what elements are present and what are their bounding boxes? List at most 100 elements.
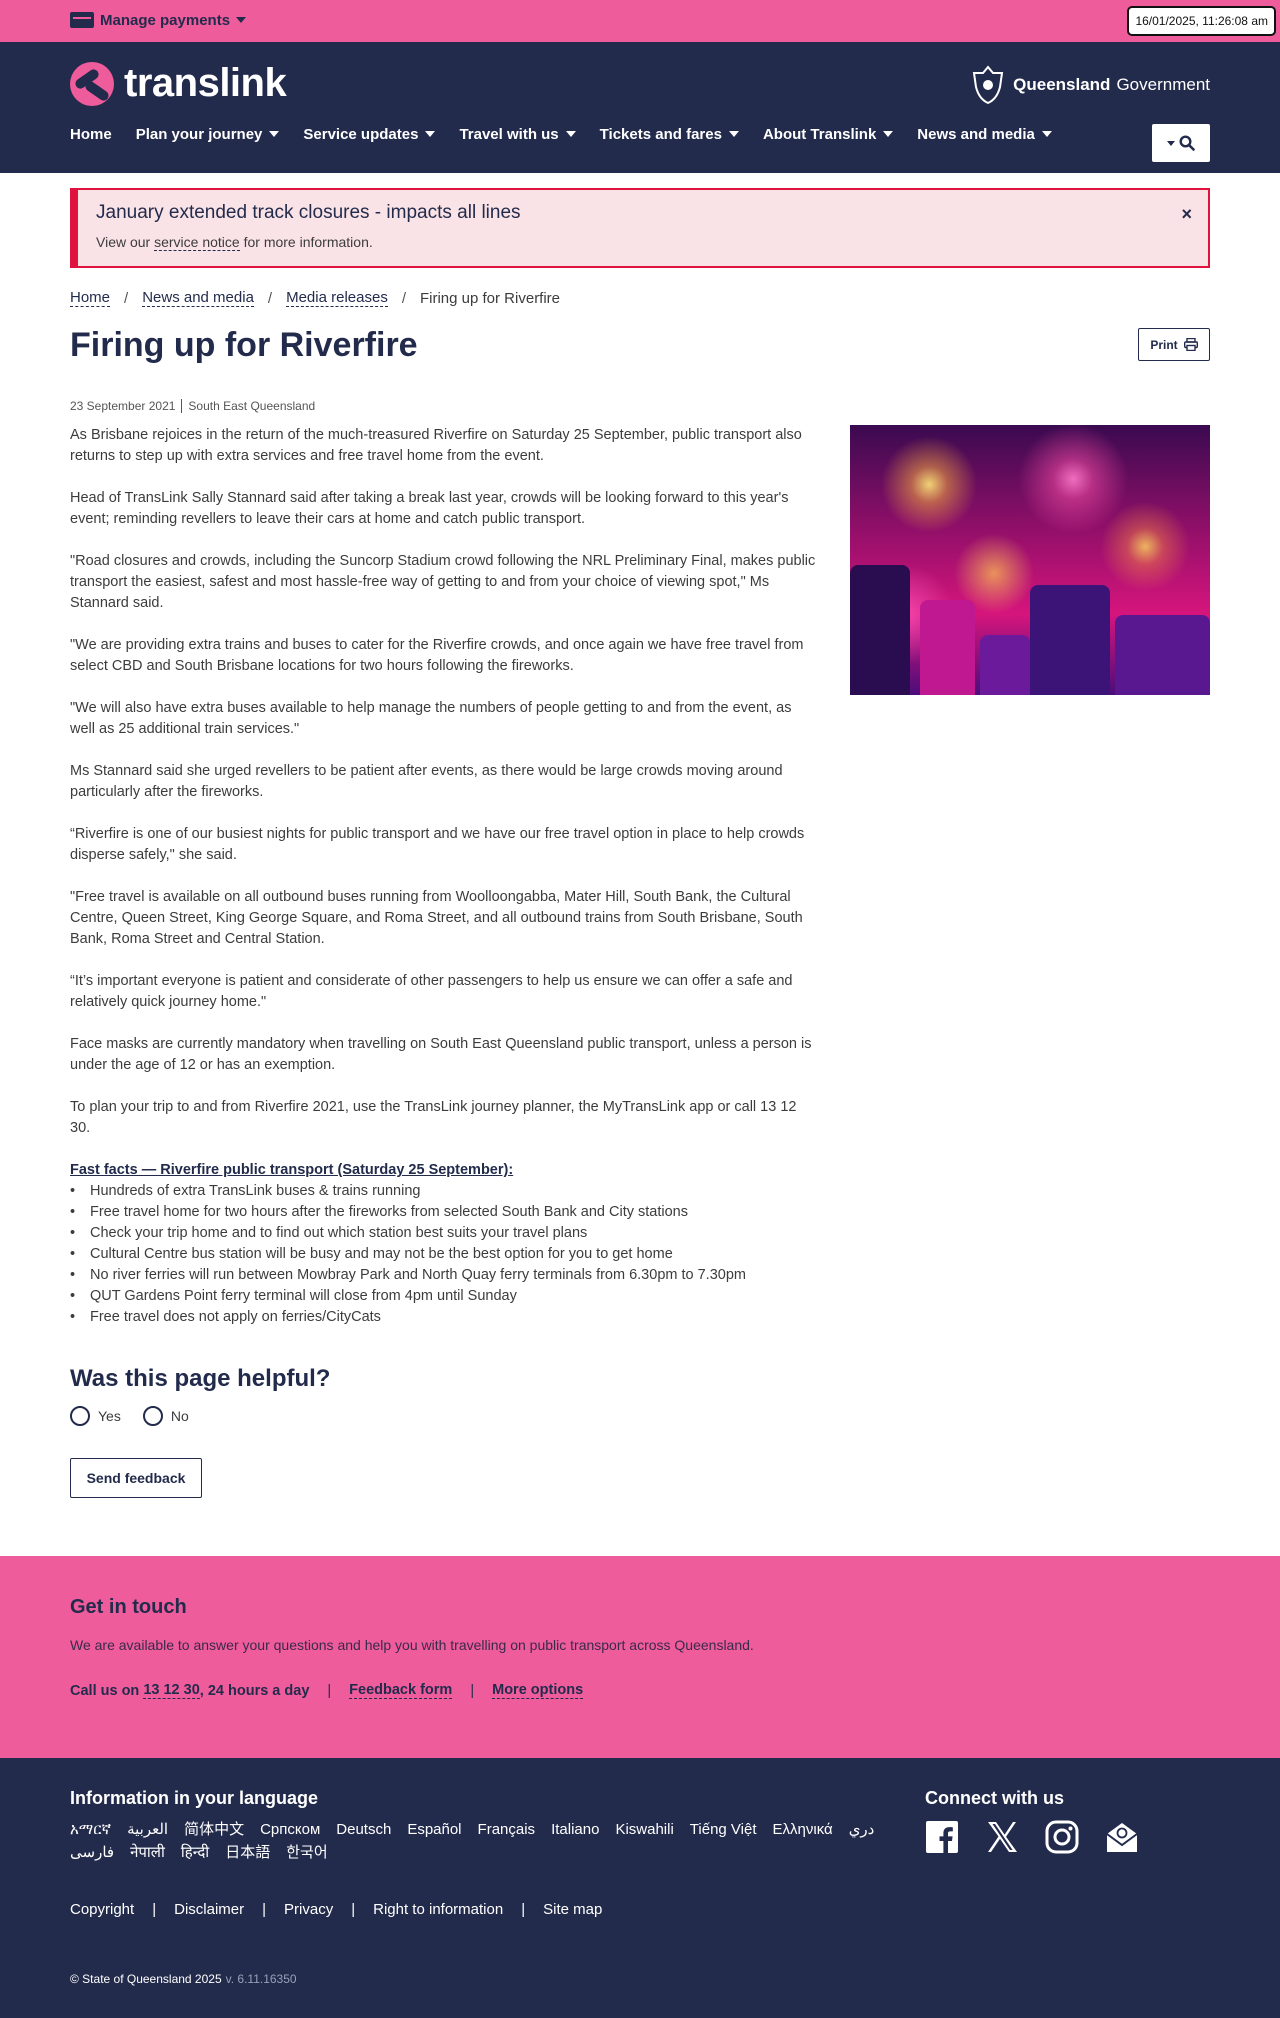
article-date: 23 September 2021	[70, 399, 176, 413]
language-link[interactable]: Kiswahili	[615, 1820, 673, 1839]
manage-payments-menu[interactable]: Manage payments	[70, 8, 247, 32]
service-alert: January extended track closures - impact…	[70, 188, 1210, 268]
article-paragraph: As Brisbane rejoices in the return of th…	[70, 427, 802, 464]
breadcrumb: Home / News and media / Media releases /…	[70, 289, 560, 307]
email-icon[interactable]	[1105, 1820, 1139, 1854]
breadcrumb-separator: /	[401, 289, 406, 307]
queensland-government-logo[interactable]: Queensland Government	[969, 65, 1210, 105]
footer-link-right-to-information[interactable]: Right to information	[373, 1901, 503, 1918]
send-feedback-button[interactable]: Send feedback	[70, 1458, 202, 1498]
contact-links: Call us on 13 12 30, 24 hours a day | Fe…	[70, 1682, 584, 1699]
nav-item-travel-with-us[interactable]: Travel with us	[459, 122, 576, 146]
language-link[interactable]: فارسی	[70, 1843, 114, 1862]
language-link[interactable]: 日本語	[225, 1843, 270, 1862]
language-link[interactable]: دري	[849, 1820, 875, 1839]
chevron-down-icon	[565, 131, 576, 137]
language-link[interactable]: हिन्दी	[181, 1843, 209, 1862]
breadcrumb-current: Firing up for Riverfire	[419, 289, 561, 307]
article-paragraph: To plan your trip to and from Riverfire …	[70, 1099, 797, 1136]
article-paragraph: "Free travel is available on all outboun…	[70, 889, 803, 947]
search-button[interactable]	[1152, 124, 1210, 162]
facebook-icon[interactable]	[925, 1820, 959, 1854]
footer-link-disclaimer[interactable]: Disclaimer	[174, 1901, 244, 1918]
copyright-text: © State of Queensland 2025	[70, 1972, 222, 1986]
main-navigation: Home Plan your journey Service updates Trav…	[70, 122, 1076, 146]
logo-text: translink	[124, 61, 287, 105]
gov-bold-text: Queensland	[1013, 75, 1111, 94]
fast-facts-title: Fast facts — Riverfire public transport …	[70, 1162, 514, 1178]
translink-logo[interactable]: translink	[70, 61, 287, 106]
language-link[interactable]: አማርኛ	[70, 1820, 111, 1839]
phone-link[interactable]: 13 12 30	[143, 1682, 200, 1699]
language-link[interactable]: 한국어	[286, 1843, 327, 1862]
footer-link-site-map[interactable]: Site map	[543, 1901, 602, 1918]
article-paragraph: “Riverfire is one of our busiest nights …	[70, 826, 805, 863]
social-links	[925, 1820, 1139, 1854]
language-link[interactable]: 简体中文	[184, 1820, 244, 1839]
printer-icon	[1183, 338, 1198, 351]
article-paragraph: “It’s important everyone is patient and …	[70, 973, 793, 1010]
translink-logo-icon	[70, 61, 114, 106]
get-in-touch-section: Get in touch We are available to answer …	[0, 1556, 1280, 1758]
language-link[interactable]: العربية	[127, 1820, 168, 1839]
language-link[interactable]: Italiano	[551, 1820, 599, 1839]
language-link[interactable]: Српском	[260, 1820, 320, 1839]
language-link[interactable]: Deutsch	[336, 1820, 391, 1839]
chevron-down-icon	[1041, 131, 1052, 137]
article-paragraph: "Road closures and crowds, including the…	[70, 553, 816, 611]
link-divider: |	[327, 1682, 332, 1699]
copyright: © State of Queensland 2025 v. 6.11.16350	[70, 1972, 297, 1986]
language-link[interactable]: Français	[478, 1820, 536, 1839]
x-icon[interactable]	[985, 1820, 1019, 1854]
yes-radio[interactable]	[70, 1406, 90, 1426]
language-link[interactable]: Español	[407, 1820, 461, 1839]
nav-label: Tickets and fares	[599, 125, 722, 143]
list-item: No river ferries will run between Mowbra…	[70, 1265, 820, 1286]
breadcrumb-separator: /	[267, 289, 273, 307]
link-divider: |	[470, 1682, 475, 1699]
nav-item-about-translink[interactable]: About Translink	[762, 122, 894, 146]
footer-link-privacy[interactable]: Privacy	[284, 1901, 333, 1918]
clock-display: 16/01/2025, 11:26:08 am	[1127, 6, 1276, 36]
nav-label: About Translink	[762, 125, 877, 143]
nav-item-tickets-and-fares[interactable]: Tickets and fares	[600, 122, 739, 146]
feedback-form-link[interactable]: Feedback form	[349, 1682, 453, 1699]
fast-facts-list: Hundreds of extra TransLink buses & trai…	[70, 1181, 820, 1328]
language-link[interactable]: Ελληνικά	[773, 1820, 833, 1839]
nav-item-home[interactable]: Home	[70, 122, 112, 146]
language-title: Information in your language	[70, 1788, 319, 1808]
print-button[interactable]: Print	[1138, 328, 1210, 361]
manage-payments-label: Manage payments	[100, 11, 231, 29]
article-paragraph: Head of TransLink Sally Stannard said af…	[70, 490, 789, 527]
footer-link-copyright[interactable]: Copyright	[70, 1901, 134, 1918]
instagram-icon[interactable]	[1045, 1820, 1079, 1854]
service-notice-link[interactable]: service notice	[154, 234, 240, 251]
nav-item-service-updates[interactable]: Service updates	[303, 122, 436, 146]
link-divider: |	[152, 1901, 157, 1918]
link-divider: |	[351, 1901, 356, 1918]
no-radio[interactable]	[142, 1406, 163, 1426]
close-icon[interactable]: ×	[1181, 204, 1192, 225]
breadcrumb-news-and-media[interactable]: News and media	[142, 289, 254, 307]
article-paragraph: "We are providing extra trains and buses…	[70, 637, 804, 674]
breadcrumb-home[interactable]: Home	[70, 289, 111, 307]
search-icon	[1179, 135, 1195, 151]
site-footer: Information in your language አማርኛ العربية…	[0, 1758, 1280, 2018]
chevron-down-icon	[883, 131, 894, 137]
article-region: South East Queensland	[188, 399, 316, 413]
meta-divider	[181, 399, 183, 413]
nav-item-news-and-media[interactable]: News and media	[917, 122, 1052, 146]
language-link[interactable]: नेपाली	[130, 1843, 165, 1862]
riverfire-fireworks-image	[850, 425, 1210, 695]
yes-label[interactable]: Yes	[98, 1408, 121, 1424]
no-label[interactable]: No	[171, 1408, 189, 1424]
image-silhouette	[1030, 585, 1110, 695]
nav-item-plan-your-journey[interactable]: Plan your journey	[136, 122, 280, 146]
page-title: Firing up for Riverfire	[70, 326, 418, 364]
link-divider: |	[521, 1901, 526, 1918]
site-header: translink Queensland Government Home Plan…	[0, 42, 1280, 173]
chevron-down-icon	[728, 131, 739, 137]
more-options-link[interactable]: More options	[492, 1682, 584, 1699]
breadcrumb-media-releases[interactable]: Media releases	[286, 289, 388, 307]
language-link[interactable]: Tiếng Việt	[690, 1820, 757, 1839]
